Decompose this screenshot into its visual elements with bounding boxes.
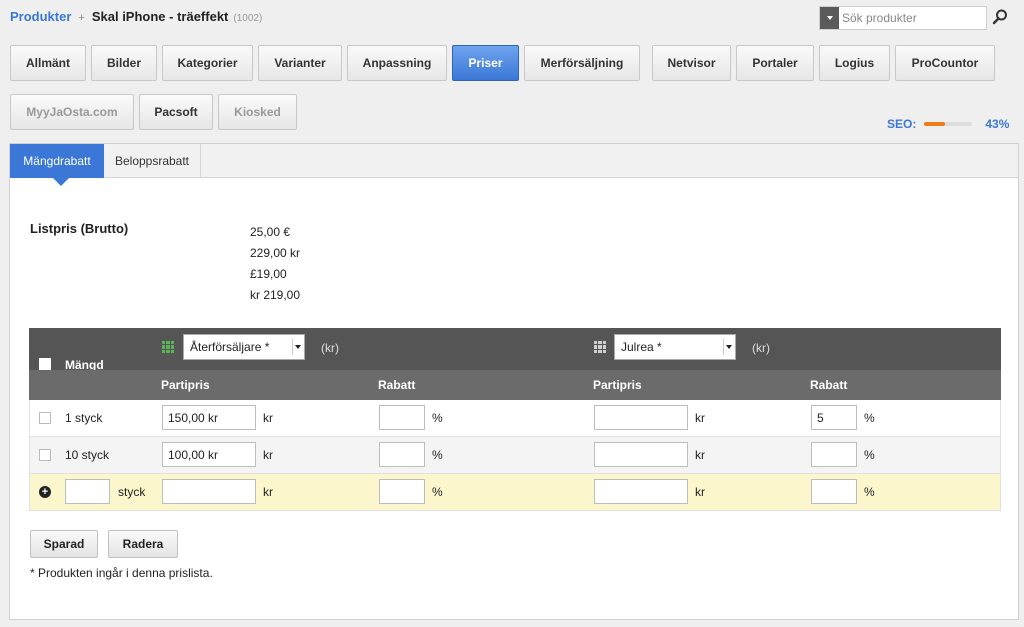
p2-rabatt-input[interactable]: 5 (811, 405, 857, 430)
listpris-gbp: £19,00 (250, 267, 287, 281)
seo-progress-fill (924, 122, 945, 126)
breadcrumb-produkter-link[interactable]: Produkter (10, 9, 71, 24)
partipris-header-2: Partipris (593, 378, 642, 392)
unit-percent: % (432, 485, 443, 499)
quantity-discount-table: Mängd Återförsäljare * (kr) Julrea * (kr… (29, 328, 1001, 511)
unit-percent: % (864, 411, 875, 425)
tab-bilder[interactable]: Bilder (91, 45, 157, 81)
unit-kr: kr (263, 448, 273, 462)
p1-rabatt-input[interactable] (379, 479, 425, 504)
p1-price-input[interactable]: 100,00 kr (162, 442, 256, 467)
row-checkbox[interactable] (39, 449, 51, 461)
seo-indicator: SEO: 43% (887, 117, 1009, 131)
partipris-header-1: Partipris (161, 378, 210, 392)
row-quantity: 1 styck (65, 411, 103, 425)
p1-price-input[interactable]: 150,00 kr (162, 405, 256, 430)
save-button[interactable]: Sparad (30, 530, 98, 558)
chevron-down-icon (723, 339, 733, 355)
unit-percent: % (864, 448, 875, 462)
page-title: Skal iPhone - träeffekt (91, 9, 229, 24)
tab-kiosked[interactable]: Kiosked (218, 94, 297, 130)
p2-rabatt-input[interactable] (811, 442, 857, 467)
tab-myyjaosta[interactable]: MyyJaOsta.com (10, 94, 134, 130)
unit-kr: kr (695, 448, 705, 462)
product-id: (1002) (233, 13, 263, 24)
search-input[interactable] (842, 8, 982, 28)
tab-logius[interactable]: Logius (819, 45, 890, 81)
listpris-nok: kr 219,00 (250, 288, 301, 302)
select-all-checkbox[interactable] (39, 358, 51, 370)
unit-kr: kr (263, 411, 273, 425)
tab-anpassning[interactable]: Anpassning (347, 45, 447, 81)
pricelist2-select[interactable]: Julrea * (614, 334, 736, 360)
row-checkbox[interactable] (39, 412, 51, 424)
tab-netvisor[interactable]: Netvisor (652, 45, 731, 81)
search-box (819, 6, 987, 30)
listpris-label: Listpris (Brutto) (30, 221, 129, 236)
unit-kr: kr (263, 485, 273, 499)
footnote: * Produkten ingår i denna prislista. (30, 566, 213, 580)
listpris-eur: 25,00 € (250, 225, 291, 239)
rabatt-header-1: Rabatt (378, 378, 416, 392)
pricelist2-select-value: Julrea * (621, 340, 662, 354)
unit-percent: % (432, 411, 443, 425)
table-row: 1 styck 150,00 kr kr % kr 5 % (29, 400, 1001, 437)
tab-procountor[interactable]: ProCountor (895, 45, 995, 81)
new-quantity-input[interactable] (65, 479, 110, 504)
unit-percent: % (432, 448, 443, 462)
unit-percent: % (864, 485, 875, 499)
pricelist-grid-icon (162, 341, 174, 353)
tab-varianter[interactable]: Varianter (258, 45, 342, 81)
table-row: 10 styck 100,00 kr kr % kr % (29, 437, 1001, 474)
subtabs: Mängdrabatt Beloppsrabatt (10, 144, 1018, 186)
chevron-down-icon (292, 339, 302, 355)
pricelist1-select[interactable]: Återförsäljare * (183, 334, 305, 360)
pricelist1-select-value: Återförsäljare * (190, 340, 270, 354)
p2-price-input[interactable] (594, 479, 688, 504)
tab-allmant[interactable]: Allmänt (10, 45, 86, 81)
subtab-beloppsrabatt[interactable]: Beloppsrabatt (104, 144, 201, 178)
p1-rabatt-input[interactable] (379, 405, 425, 430)
table-header: Mängd Återförsäljare * (kr) Julrea * (kr… (29, 328, 1001, 372)
listpris-values: 25,00 € 229,00 kr £19,00 kr 219,00 (250, 222, 300, 306)
new-row-unit: styck (118, 485, 146, 499)
row-quantity: 10 styck (65, 448, 110, 462)
search-scope-dropdown[interactable] (820, 7, 839, 29)
listpris-sek: 229,00 kr (250, 246, 301, 260)
p2-price-input[interactable] (594, 442, 688, 467)
tab-kategorier[interactable]: Kategorier (162, 45, 253, 81)
tab-pacsoft[interactable]: Pacsoft (139, 94, 213, 130)
pricelist1-currency: (kr) (321, 341, 339, 355)
unit-kr: kr (695, 485, 705, 499)
seo-value: 43% (985, 117, 1010, 131)
p1-price-input[interactable] (162, 479, 256, 504)
price-panel: Mängdrabatt Beloppsrabatt Listpris (Brut… (9, 143, 1019, 620)
subtab-mangdrabatt[interactable]: Mängdrabatt (10, 144, 104, 186)
rabatt-header-2: Rabatt (810, 378, 848, 392)
tab-merforsaljning[interactable]: Merförsäljning (524, 45, 640, 81)
breadcrumb-separator: + (78, 12, 85, 24)
table-subheader: Partipris Rabatt Partipris Rabatt (29, 370, 1001, 400)
pricelist-grid-icon (594, 341, 606, 353)
p1-rabatt-input[interactable] (379, 442, 425, 467)
tab-portaler[interactable]: Portaler (736, 45, 814, 81)
p2-rabatt-input[interactable] (811, 479, 857, 504)
seo-progress-bar (924, 122, 973, 126)
breadcrumb: Produkter + Skal iPhone - träeffekt (100… (10, 9, 262, 27)
unit-kr: kr (695, 411, 705, 425)
delete-button[interactable]: Radera (108, 530, 178, 558)
tab-priser[interactable]: Priser (452, 45, 519, 81)
add-row-icon[interactable]: + (39, 486, 51, 498)
p2-price-input[interactable] (594, 405, 688, 430)
new-row: + styck kr % kr % (29, 474, 1001, 511)
seo-label: SEO: (887, 117, 917, 131)
pricelist2-currency: (kr) (752, 341, 770, 355)
search-icon[interactable] (991, 8, 1009, 26)
